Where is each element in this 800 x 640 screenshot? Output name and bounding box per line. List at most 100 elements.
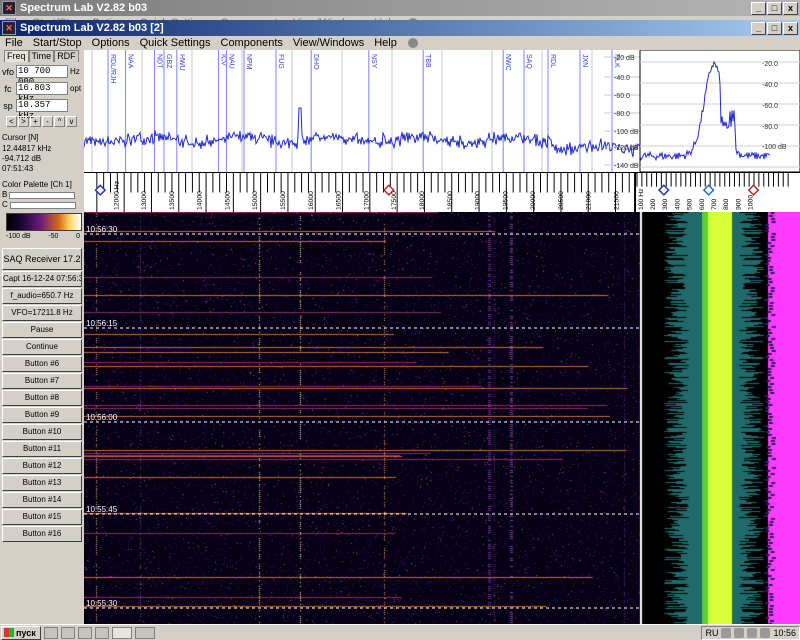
zoom-db-label: -100 dB — [762, 144, 787, 151]
zoom-in-button[interactable]: + — [30, 116, 41, 127]
security-icon[interactable] — [747, 627, 758, 638]
db-scale-label: -40.0 — [614, 75, 630, 82]
inner-window-title: Spectrum Lab V2.82 b03 [2] — [20, 22, 164, 34]
freq-tick-label: 19000 — [475, 191, 482, 210]
freq-tick-label: 17000 — [363, 191, 370, 210]
level-down-button[interactable]: v — [66, 116, 77, 127]
brightness-label: B — [2, 190, 8, 199]
f-audio-button[interactable]: f_audio=650.7 Hz — [2, 288, 82, 304]
terminal-icon[interactable] — [95, 626, 109, 639]
level-up-button[interactable]: ^ — [54, 116, 65, 127]
menu-view-windows[interactable]: View/Windows — [288, 37, 369, 49]
zoom-freq-label: 600 — [699, 198, 706, 210]
pause-button[interactable]: Pause — [2, 322, 82, 338]
sp-label: sp — [3, 100, 13, 111]
sp-row: sp 10.357 kHz — [0, 98, 84, 121]
system-tray: RU 10:56 — [701, 625, 800, 640]
contrast-label: C — [2, 200, 8, 209]
sp-field[interactable]: 10.357 kHz — [16, 99, 68, 121]
zoom-out-button[interactable]: - — [42, 116, 53, 127]
browser-icon[interactable] — [78, 626, 92, 639]
zoom-freq-label: 1000 — [748, 195, 755, 210]
menu-components[interactable]: Components — [216, 37, 288, 49]
language-indicator[interactable]: RU — [705, 628, 718, 638]
station-marker-label: FUG — [277, 54, 284, 69]
menu-quick-settings[interactable]: Quick Settings — [135, 37, 216, 49]
vfo-button[interactable]: VFO=17211.8 Hz — [2, 305, 82, 321]
button-6[interactable]: Button #6 — [2, 356, 82, 372]
button-10[interactable]: Button #10 — [2, 424, 82, 440]
db-scale-label: -60.0 — [614, 93, 630, 100]
spectrum-lab-task-icon[interactable] — [112, 626, 132, 639]
update-icon[interactable] — [760, 627, 771, 638]
button-11[interactable]: Button #11 — [2, 441, 82, 457]
zoom-freq-label: 200 — [650, 198, 657, 210]
inner-title-bar[interactable]: ✕ Spectrum Lab V2.82 b03 [2] _ □ x — [0, 20, 800, 36]
tab-rdf[interactable]: RDF — [54, 50, 79, 62]
zoom-db-label: -60.0 — [762, 103, 778, 110]
freq-tick-label: 13000 — [141, 191, 148, 210]
maximize-icon[interactable]: □ — [767, 21, 782, 35]
close-icon[interactable]: x — [783, 1, 798, 15]
close-icon[interactable]: x — [783, 21, 798, 35]
explorer-icon[interactable] — [61, 626, 75, 639]
capture-time-button[interactable]: Capt 16-12-24 07:56:33 — [2, 271, 82, 287]
button-7[interactable]: Button #7 — [2, 373, 82, 389]
palette-gradient[interactable] — [6, 213, 82, 231]
fc-label: fc — [4, 83, 12, 94]
opt-button[interactable]: opt — [68, 84, 81, 93]
station-marker-label: HWU — [178, 54, 185, 71]
button-12[interactable]: Button #12 — [2, 458, 82, 474]
freq-tick-label: 15000 — [252, 191, 259, 210]
button-13[interactable]: Button #13 — [2, 475, 82, 491]
menu-file[interactable]: File — [0, 37, 28, 49]
minimize-icon[interactable]: _ — [751, 1, 766, 15]
button-14[interactable]: Button #14 — [2, 492, 82, 508]
zoom-freq-label: 100 Hz — [638, 188, 645, 210]
contrast-slider[interactable] — [9, 201, 76, 209]
zoom-marker-diamond — [657, 184, 670, 196]
maximize-icon[interactable]: □ — [767, 1, 782, 15]
menu-start-stop[interactable]: Start/Stop — [28, 37, 87, 49]
station-marker-label: DHO — [312, 54, 319, 70]
freq-tick-label: 12000 Hz — [113, 180, 120, 210]
saq-receiver-button[interactable]: SAQ Receiver 17.2 — [2, 248, 82, 270]
waterfall-time-label: 10:55:45 — [86, 505, 118, 514]
vfo-field[interactable]: 10 700 000 — [16, 65, 68, 87]
vfo-row: vfo 10 700 000 Hz — [0, 64, 84, 87]
waterfall-time-labels: 10:56:30 10:56:15 10:56:00 10:55:45 10:55:30 — [84, 225, 640, 609]
station-marker-label: NWC — [504, 54, 511, 71]
button-15[interactable]: Button #15 — [2, 509, 82, 525]
outer-window-title: Spectrum Lab V2.82 b03 — [20, 2, 148, 14]
menu-help[interactable]: Help — [369, 37, 402, 49]
spectrum-graph[interactable]: RDL/RJH NAA NDT GBZ HWU ICV NAU NPM FUG DHO NSY TBB… — [84, 50, 800, 172]
network-icon[interactable] — [721, 627, 732, 638]
db-scale-label: -120 dB — [614, 145, 639, 152]
zoom-freq-label: 500 — [687, 198, 694, 210]
scroll-left-button[interactable]: < — [6, 116, 17, 127]
taskbar: пуск RU 10:56 — [0, 624, 800, 640]
zoom-freq-label: 800 — [723, 198, 730, 210]
scroll-right-button[interactable]: > — [18, 116, 29, 127]
brightness-slider[interactable] — [9, 191, 76, 199]
spectrum-lab-task-2-icon[interactable] — [135, 626, 155, 639]
station-marker-label: JXN — [581, 54, 588, 67]
freq-tick-label: 18500 — [447, 191, 454, 210]
button-16[interactable]: Button #16 — [2, 526, 82, 542]
tab-time[interactable]: Time — [28, 50, 55, 62]
zoom-db-label: -20.0 — [762, 61, 778, 68]
station-marker-label: RDL/RJH — [109, 54, 116, 84]
continue-button[interactable]: Continue — [2, 339, 82, 355]
tab-freq[interactable]: Freq — [4, 50, 29, 62]
start-button[interactable]: пуск — [1, 625, 41, 640]
zoom-marker-diamond — [747, 184, 760, 196]
minimize-icon[interactable]: _ — [751, 21, 766, 35]
fc-field[interactable]: 16.803 kHz — [16, 82, 68, 104]
button-9[interactable]: Button #9 — [2, 407, 82, 423]
volume-icon[interactable] — [734, 627, 745, 638]
desktop-icon[interactable] — [44, 626, 58, 639]
frequency-axis[interactable]: 12000 Hz 13000 13500 14000 14500 15000 15500 16… — [84, 172, 800, 212]
menu-options[interactable]: Options — [87, 37, 135, 49]
outer-title-bar[interactable]: ✕ Spectrum Lab V2.82 b03 _ □ x — [0, 0, 800, 16]
button-8[interactable]: Button #8 — [2, 390, 82, 406]
